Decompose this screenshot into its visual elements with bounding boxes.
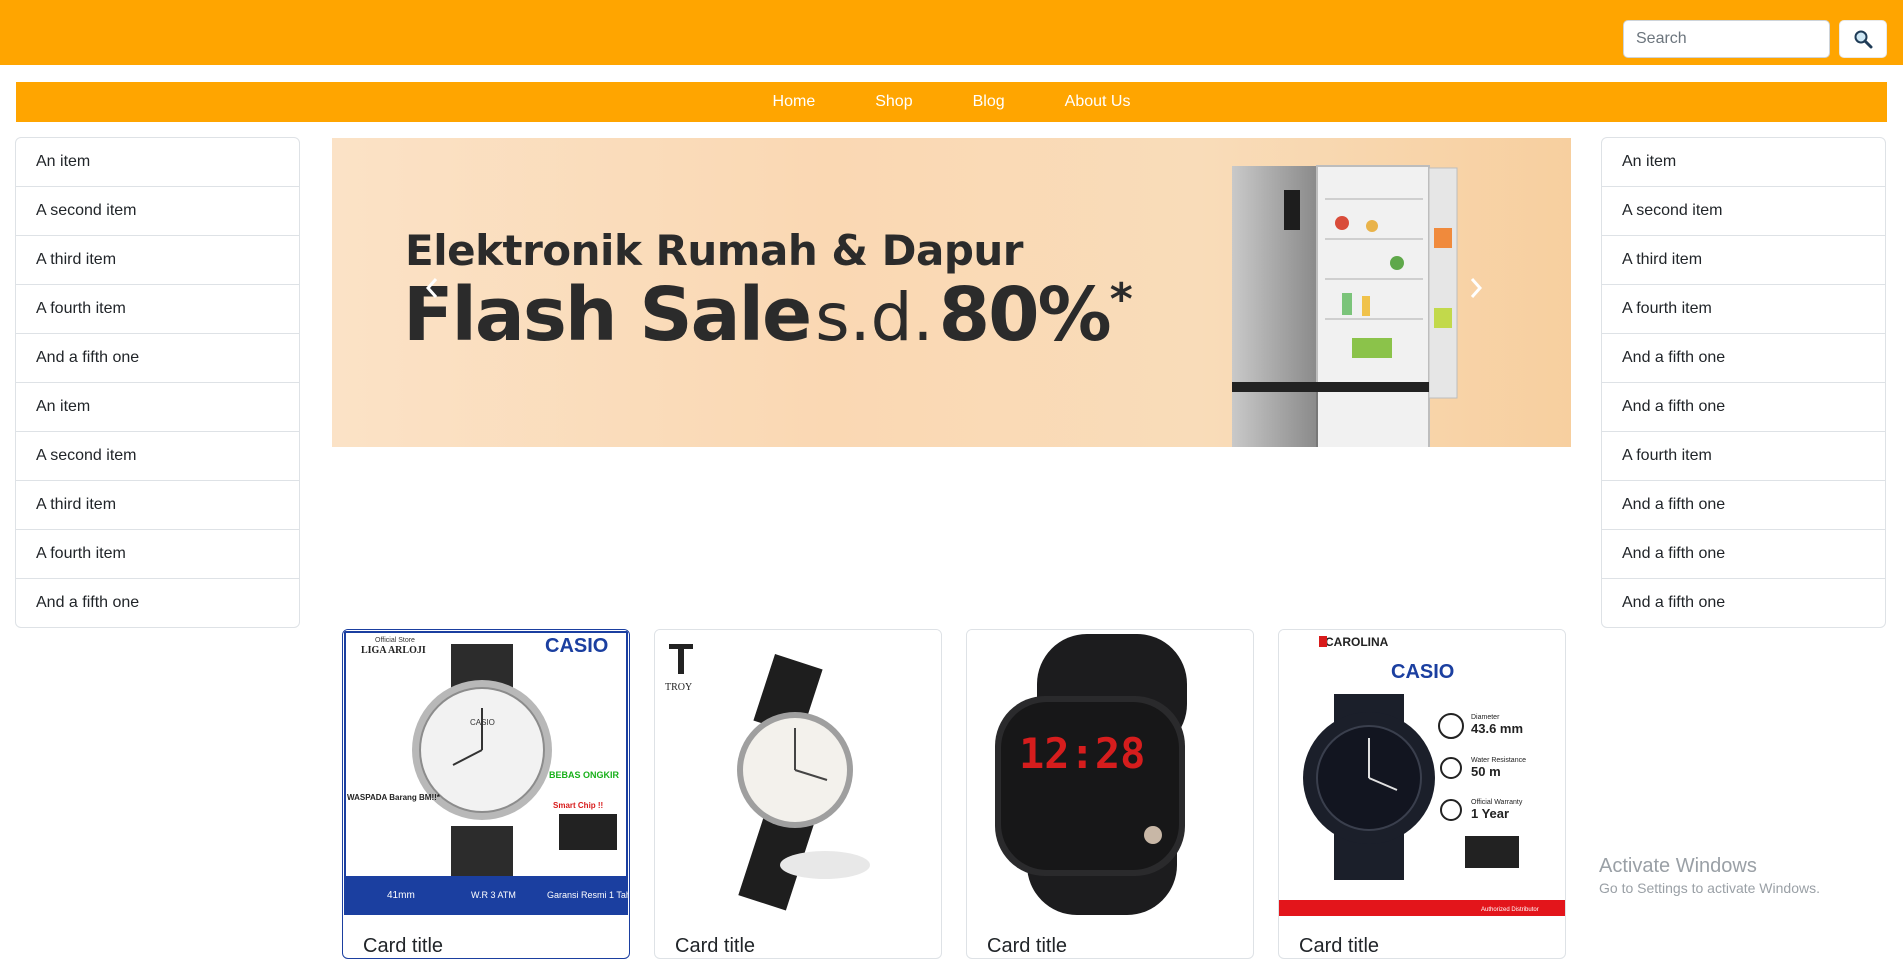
smart-chip-tag: Smart Chip !!	[553, 801, 603, 810]
banner-flash-sale-text: Flash Sale	[403, 272, 812, 358]
spec-value: 50 m	[1471, 764, 1501, 779]
banner-sd-text: s.d.	[815, 279, 934, 356]
spec-label: Diameter	[1471, 714, 1500, 721]
list-item[interactable]: A third item	[16, 481, 299, 530]
nav-about-us[interactable]: About Us	[1045, 93, 1151, 111]
product-image: Official Store LIGA ARLOJI CASIO CASIO B…	[343, 630, 629, 916]
product-card[interactable]: CAROLINA CASIO Diameter 43.6 mm Water Re…	[1278, 629, 1566, 959]
search-input[interactable]	[1623, 20, 1830, 58]
nav-blog[interactable]: Blog	[953, 93, 1025, 111]
chevron-left-icon	[425, 278, 438, 298]
product-card[interactable]: 12:28 Card title	[966, 629, 1254, 959]
store-name-text: CAROLINA	[1325, 635, 1389, 649]
list-item[interactable]: And a fifth one	[1602, 383, 1885, 432]
banner-flash-sale: Flash Sale s.d. 80%*	[403, 278, 1133, 353]
list-item[interactable]: A fourth item	[16, 285, 299, 334]
list-item[interactable]: And a fifth one	[1602, 579, 1885, 627]
banner-asterisk: *	[1109, 274, 1133, 325]
list-item[interactable]: A fourth item	[1602, 285, 1885, 334]
size-badge: 41mm	[387, 890, 415, 901]
product-image: CAROLINA CASIO Diameter 43.6 mm Water Re…	[1279, 630, 1565, 916]
spec-label: Official Warranty	[1471, 799, 1523, 806]
top-bar	[0, 0, 1903, 65]
list-item[interactable]: And a fifth one	[1602, 530, 1885, 579]
store-sub-text: Official Store	[375, 637, 415, 644]
card-title: Card title	[363, 935, 444, 957]
right-list-group: An item A second item A third item A fou…	[1601, 137, 1886, 628]
spec-label: Water Resistance	[1471, 757, 1526, 764]
refrigerator-image	[1232, 165, 1458, 447]
carousel-banner[interactable]: Elektronik Rumah & Dapur Flash Sale s.d.…	[332, 138, 1571, 447]
brand-text: CASIO	[545, 635, 608, 657]
warranty-badge: Garansi Resmi 1 Tahun	[547, 890, 629, 900]
nav-home[interactable]: Home	[753, 93, 836, 111]
list-item[interactable]: An item	[16, 383, 299, 432]
list-item[interactable]: A second item	[1602, 187, 1885, 236]
banner-percent-text: 80%	[938, 272, 1112, 358]
list-item[interactable]: A fourth item	[16, 530, 299, 579]
list-item[interactable]: An item	[1602, 138, 1885, 187]
carousel-next-button[interactable]	[1456, 268, 1496, 308]
banner-headline: Elektronik Rumah & Dapur	[405, 226, 1024, 275]
list-item[interactable]: And a fifth one	[1602, 481, 1885, 530]
card-title: Card title	[1299, 935, 1380, 957]
search-button[interactable]	[1839, 20, 1887, 58]
brand-text: CASIO	[1391, 661, 1454, 683]
carousel-prev-button[interactable]	[412, 268, 452, 308]
product-card[interactable]: Official Store LIGA ARLOJI CASIO CASIO B…	[342, 629, 630, 959]
list-item[interactable]: A second item	[16, 432, 299, 481]
water-resistance-badge: W.R 3 ATM	[471, 890, 516, 900]
store-name-text: LIGA ARLOJI	[361, 645, 426, 656]
product-image: TROY	[655, 630, 941, 916]
list-item[interactable]: A second item	[16, 187, 299, 236]
warning-tag: WASPADA Barang BM!!*	[347, 793, 441, 802]
list-item[interactable]: And a fifth one	[16, 579, 299, 627]
led-display-text: 12:28	[1019, 729, 1145, 778]
distributor-text: Authorized Distributor	[1481, 907, 1539, 913]
list-item[interactable]: A fourth item	[1602, 432, 1885, 481]
activate-windows-subtitle: Go to Settings to activate Windows.	[1599, 880, 1820, 896]
product-card[interactable]: TROY Card title	[654, 629, 942, 959]
product-image: 12:28	[967, 630, 1253, 916]
list-item[interactable]: An item	[16, 138, 299, 187]
activate-windows-title: Activate Windows	[1599, 855, 1757, 877]
main-nav: Home Shop Blog About Us	[16, 82, 1887, 122]
list-item[interactable]: And a fifth one	[1602, 334, 1885, 383]
magnifier-icon	[1854, 30, 1873, 49]
nav-shop[interactable]: Shop	[855, 93, 932, 111]
brand-text: TROY	[665, 682, 692, 693]
spec-value: 1 Year	[1471, 806, 1509, 821]
free-shipping-tag: BEBAS ONGKIR	[549, 770, 620, 780]
list-item[interactable]: A third item	[1602, 236, 1885, 285]
chevron-right-icon	[1470, 278, 1483, 298]
spec-value: 43.6 mm	[1471, 721, 1523, 736]
list-item[interactable]: A third item	[16, 236, 299, 285]
card-title: Card title	[675, 935, 756, 957]
list-item[interactable]: And a fifth one	[16, 334, 299, 383]
left-list-group: An item A second item A third item A fou…	[15, 137, 300, 628]
card-title: Card title	[987, 935, 1068, 957]
